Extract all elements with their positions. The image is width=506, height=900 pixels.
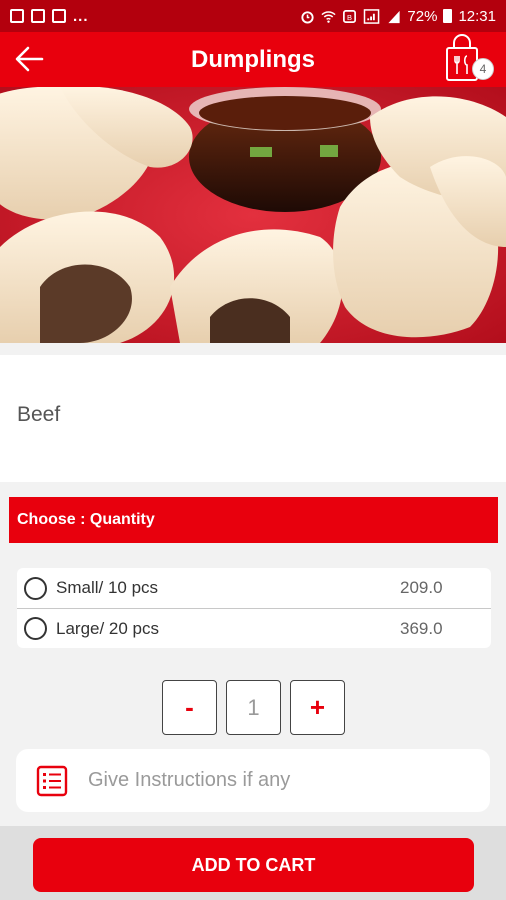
clock: 12:31: [458, 7, 496, 25]
battery-percent: 72%: [407, 7, 438, 25]
option-label: Large/ 20 pcs: [56, 618, 160, 638]
item-description: Beef: [17, 403, 61, 426]
cart-count-badge: 4: [472, 58, 494, 80]
wifi-icon: [321, 10, 337, 23]
quantity-value: 1: [226, 680, 281, 735]
battery-icon: [443, 9, 453, 23]
option-price: 209.0: [400, 578, 443, 597]
image-icon: [31, 9, 45, 23]
radio-button[interactable]: [24, 576, 47, 600]
quantity-options: Small/ 10 pcs 209.0 Large/ 20 pcs 369.0: [17, 568, 491, 648]
dumplings-photo: [0, 87, 506, 343]
share-icon: [10, 9, 24, 23]
map-icon: [52, 9, 66, 23]
option-label: Small/ 10 pcs: [56, 578, 159, 597]
instructions-placeholder: Give Instructions if any: [88, 769, 291, 791]
dish-image: [0, 87, 506, 343]
list-icon: [36, 765, 68, 796]
page-title: Dumplings: [191, 45, 315, 73]
option-small[interactable]: Small/ 10 pcs 209.0: [17, 568, 491, 608]
option-price: 369.0: [400, 618, 443, 638]
radio-button[interactable]: [24, 617, 47, 640]
decrement-button[interactable]: -: [162, 680, 217, 735]
data-icon: B: [343, 9, 357, 23]
status-left-icons: ...: [10, 8, 89, 25]
bottom-bar: ADD TO CART: [0, 826, 506, 900]
alarm-icon: [301, 10, 315, 24]
option-large[interactable]: Large/ 20 pcs 369.0: [17, 608, 491, 648]
choose-quantity-header: Choose : Quantity: [9, 497, 498, 543]
increment-button[interactable]: +: [290, 680, 345, 735]
back-button[interactable]: [12, 42, 46, 76]
add-to-cart-button[interactable]: ADD TO CART: [33, 838, 474, 892]
item-description-card: Beef: [0, 355, 506, 482]
cart-button[interactable]: 4: [444, 34, 494, 84]
signal-icon: [364, 8, 380, 24]
status-right: B 72% 12:31: [300, 8, 496, 25]
svg-text:B: B: [347, 12, 352, 21]
app-bar: Dumplings 4: [0, 32, 506, 87]
signal-bars-icon: [388, 10, 401, 23]
instructions-field[interactable]: Give Instructions if any: [16, 749, 490, 812]
quantity-stepper: - 1 +: [162, 680, 345, 735]
arrow-left-icon: [15, 46, 44, 72]
status-bar: ... B 72% 12:31: [0, 0, 506, 32]
status-overflow: ...: [73, 7, 89, 25]
